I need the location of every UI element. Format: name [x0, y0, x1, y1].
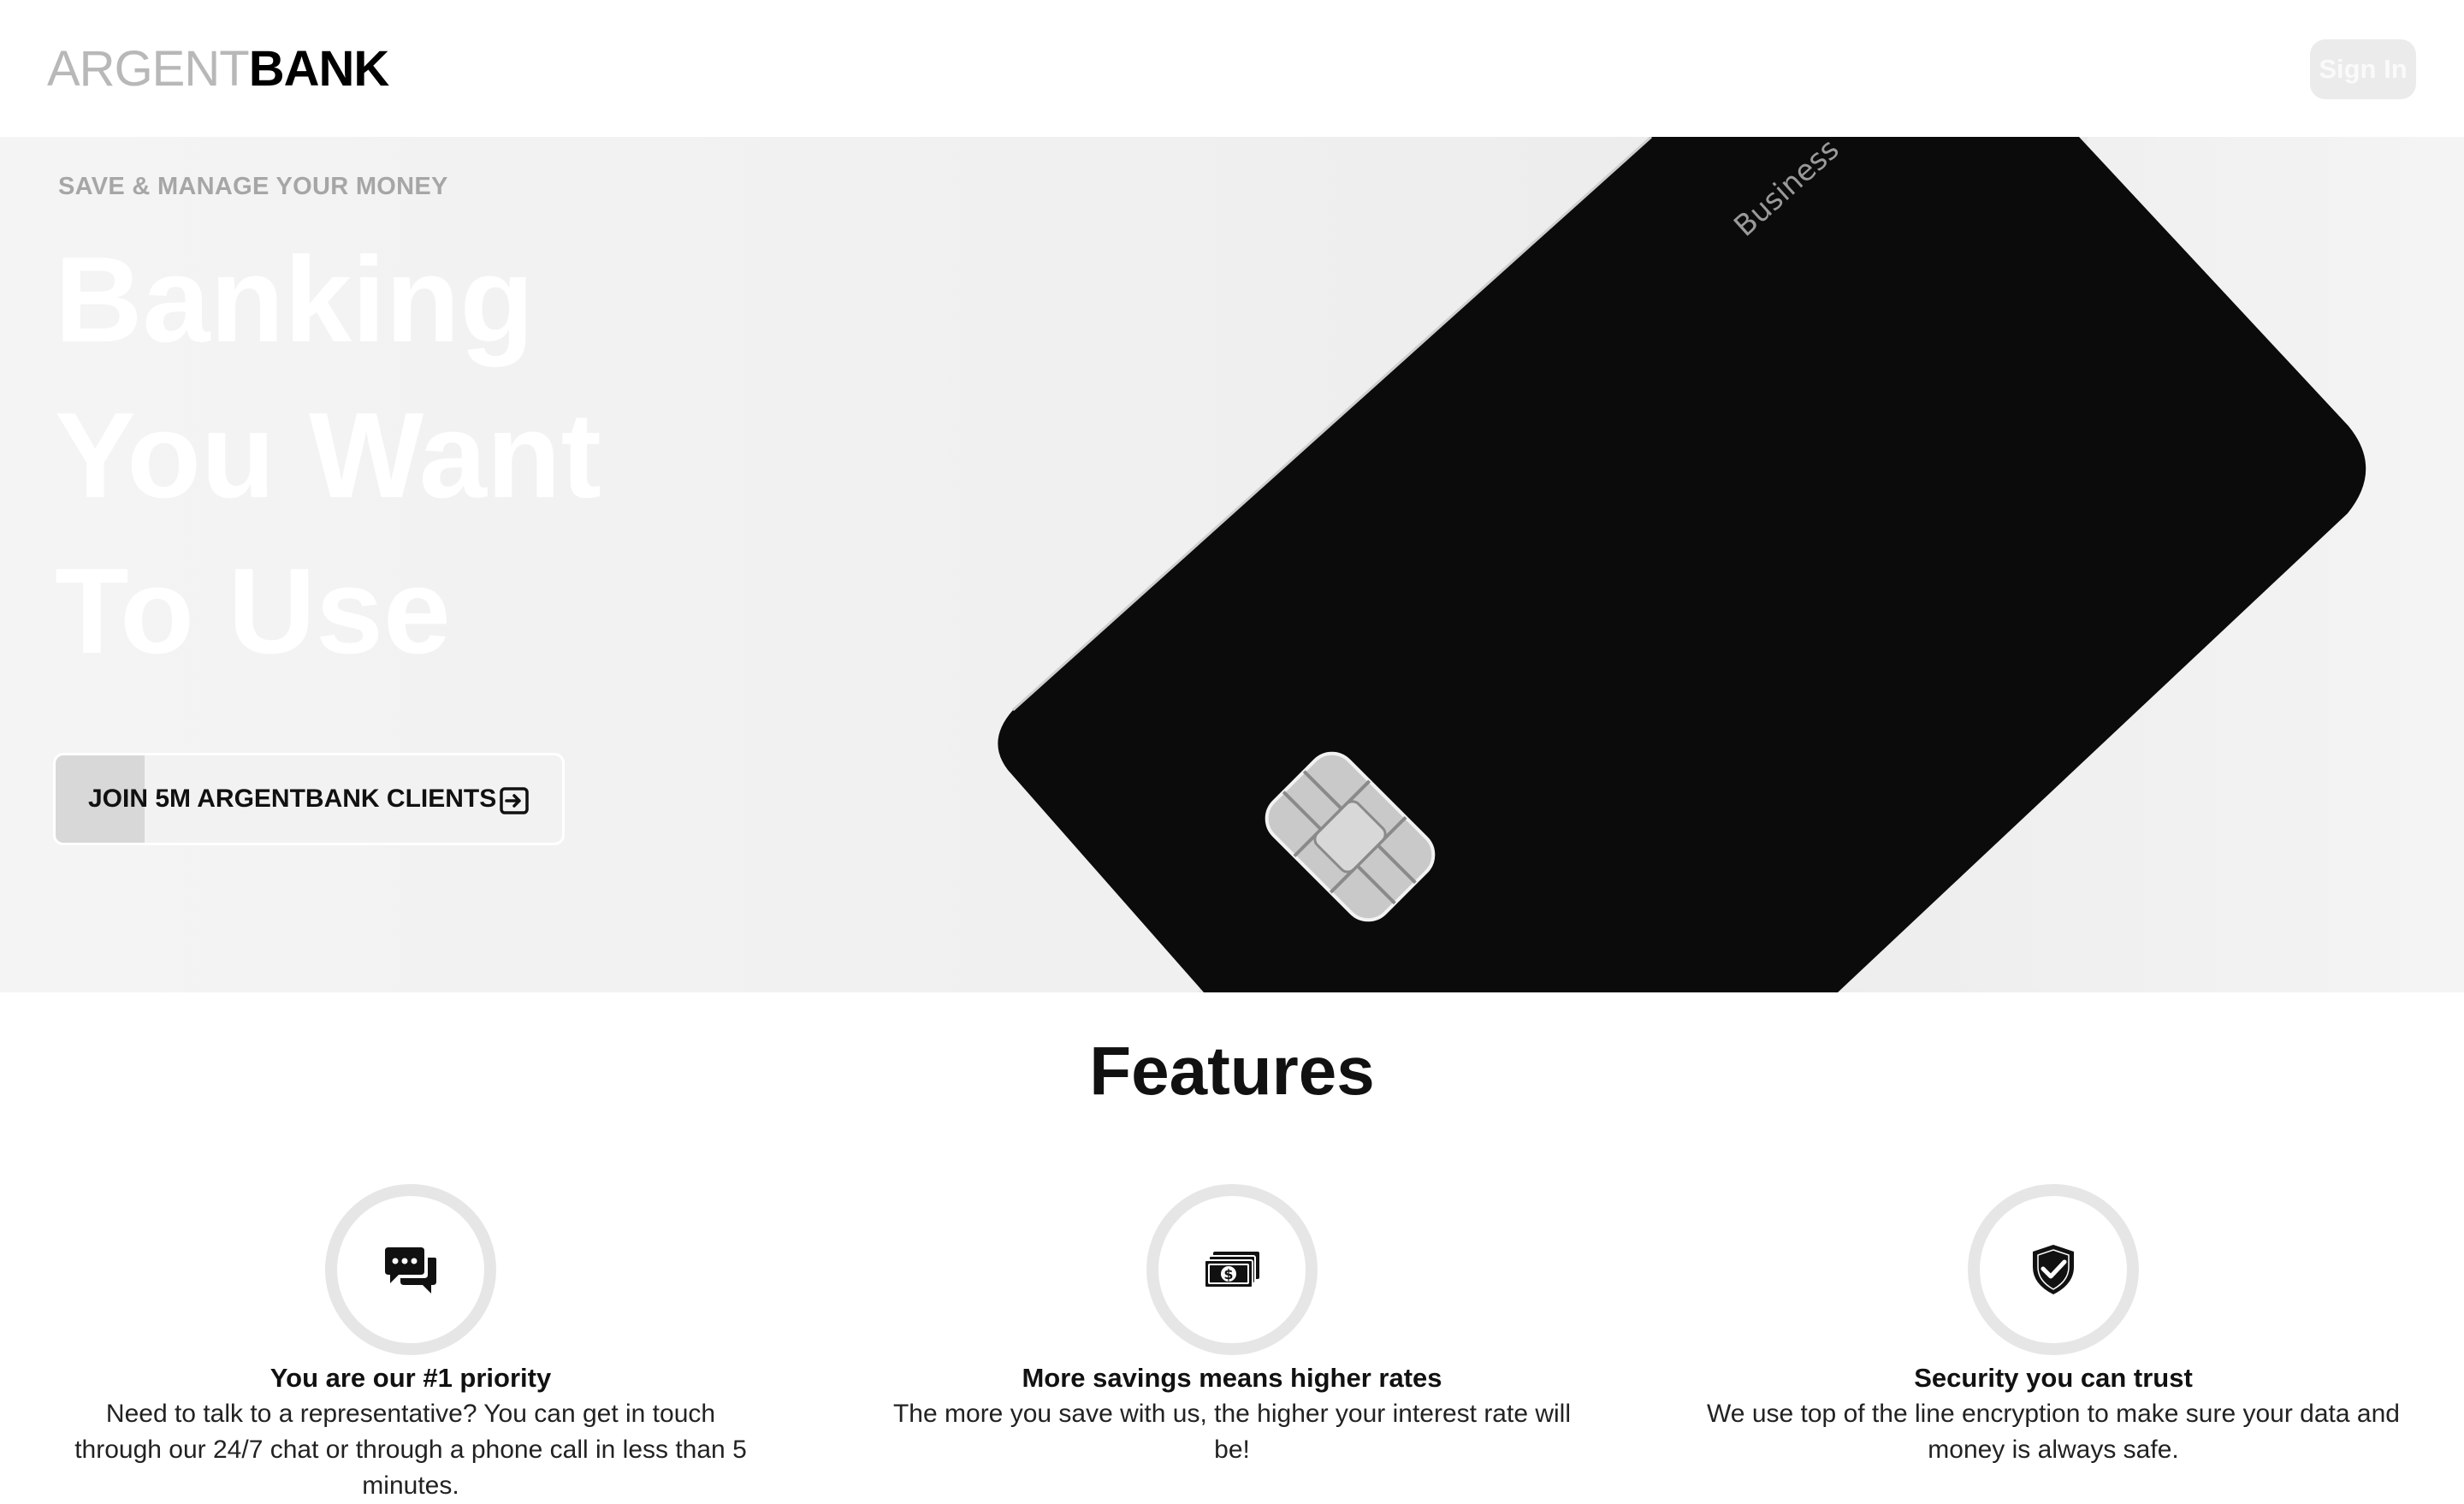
- money-bills-icon: $: [1204, 1252, 1259, 1288]
- feature-heading: You are our #1 priority: [270, 1363, 552, 1393]
- shield-check-icon: [2033, 1245, 2074, 1294]
- feature-icon-ring: [325, 1184, 496, 1355]
- hero-banner: Business SAVE & MANAGE YOUR MONEY Bankin…: [0, 137, 2464, 992]
- logo[interactable]: ARGENTBANK: [47, 36, 390, 103]
- feature-description: Need to talk to a representative? You ca…: [74, 1400, 747, 1500]
- feature-description: The more you save with us, the higher yo…: [892, 1400, 1572, 1464]
- feature-heading: Security you can trust: [1914, 1363, 2193, 1393]
- feature-item-savings: $ More savings means higher rates The mo…: [881, 1184, 1583, 1468]
- sign-in-button[interactable]: Sign In: [2310, 39, 2416, 99]
- svg-text:$: $: [1223, 1266, 1233, 1282]
- join-clients-button[interactable]: JOIN 5M ARGENTBANK CLIENTS: [53, 753, 565, 845]
- chat-bubbles-icon: [385, 1247, 436, 1294]
- hero-title-line: To Use: [55, 543, 451, 679]
- feature-item-priority: You are our #1 priority Need to talk to …: [60, 1184, 761, 1504]
- hero-title-line: Banking: [55, 232, 535, 368]
- feature-item-security: Security you can trust We use top of the…: [1703, 1184, 2404, 1468]
- logo-text-dark: BANK: [248, 41, 390, 97]
- feature-icon-ring: $: [1146, 1184, 1318, 1355]
- logo-text-light: ARGENT: [47, 41, 250, 97]
- hero-title: Banking You Want To Use: [55, 222, 601, 690]
- arrow-right-square-icon: [500, 787, 529, 814]
- site-header: ARGENTBANK Sign In: [0, 0, 2464, 137]
- feature-heading: More savings means higher rates: [1022, 1363, 1442, 1393]
- join-button-label: JOIN 5M ARGENTBANK CLIENTS: [88, 785, 497, 813]
- feature-description: We use top of the line encryption to mak…: [1707, 1400, 2400, 1464]
- hero-subtitle: SAVE & MANAGE YOUR MONEY: [58, 173, 448, 200]
- features-title: Features: [1089, 1033, 1375, 1109]
- hero-title-line: You Want: [55, 388, 601, 524]
- feature-icon-ring: [1968, 1184, 2139, 1355]
